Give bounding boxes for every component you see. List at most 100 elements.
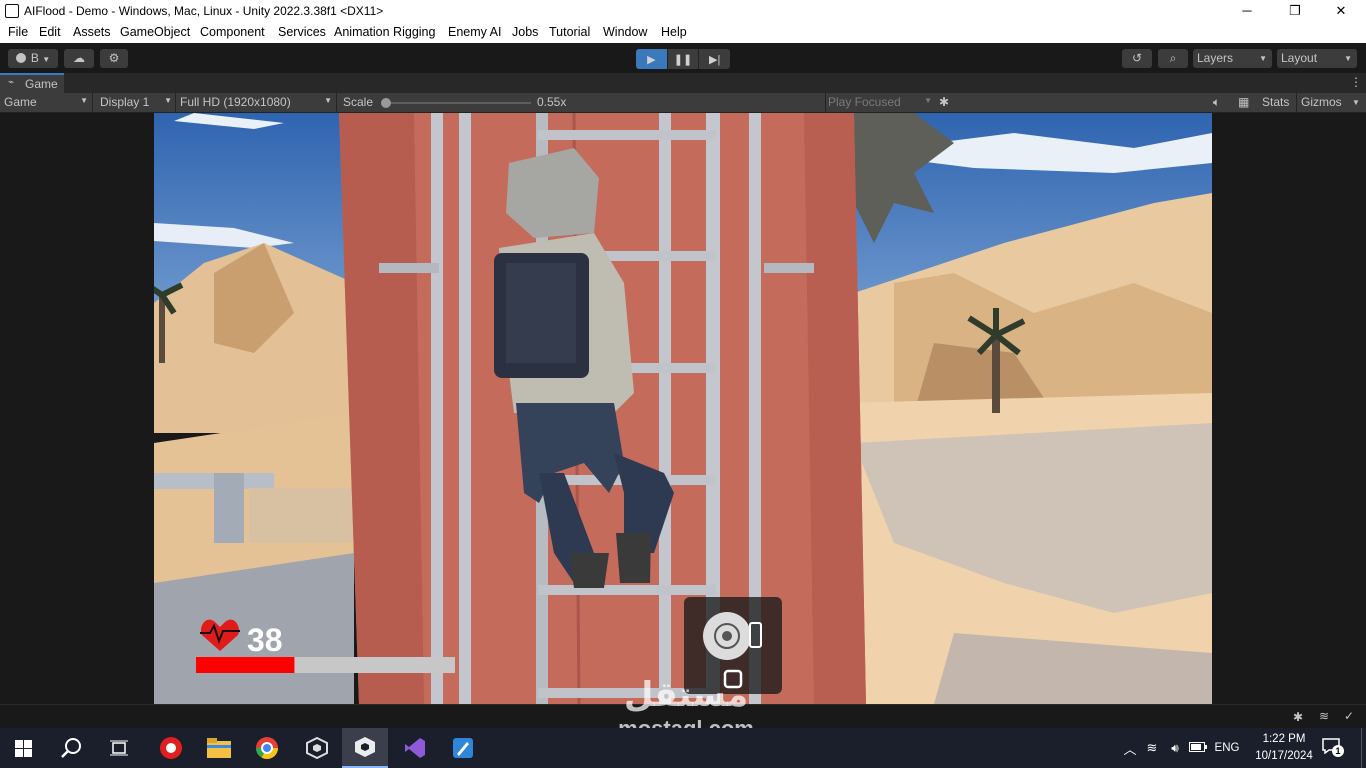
ladder-rung	[538, 585, 716, 595]
cloud-icon[interactable]: ☁	[64, 49, 94, 68]
close-button[interactable]: ✕	[1318, 0, 1364, 23]
windows-taskbar: ︿ ≋ 🔊︎ ENG 1:22 PM 10/17/2024 1	[0, 728, 1366, 768]
taskbar-clock[interactable]: 1:22 PM 10/17/2024	[1252, 731, 1316, 765]
taskbar-app-paint[interactable]	[440, 728, 486, 768]
menu-services[interactable]: Services	[278, 25, 326, 39]
language-indicator[interactable]: ENG	[1210, 742, 1244, 754]
taskbar-app-file-explorer[interactable]	[196, 728, 242, 768]
menu-animation-rigging[interactable]: Animation Rigging	[334, 25, 435, 39]
game-scene: 38	[154, 113, 1212, 704]
menu-gameobject[interactable]: GameObject	[120, 25, 190, 39]
layout-label: Layout	[1281, 51, 1318, 65]
step-icon: ▶|	[709, 53, 721, 66]
bug-icon[interactable]: ✱	[939, 95, 949, 109]
locking-bar	[431, 113, 443, 704]
menu-window[interactable]: Window	[603, 25, 647, 39]
scale-slider[interactable]	[381, 98, 531, 108]
menu-tutorial[interactable]: Tutorial	[549, 25, 590, 39]
unity-logo-icon	[5, 4, 19, 18]
maximize-button[interactable]: ❐	[1272, 0, 1318, 23]
step-button[interactable]: ▶|	[698, 49, 731, 69]
battery-icon[interactable]	[1186, 741, 1210, 755]
collab-settings-icon[interactable]: ⚙	[100, 49, 128, 68]
mute-audio-icon[interactable]: 🔈︎	[1213, 95, 1220, 110]
taskbar-app-recorder[interactable]	[148, 728, 194, 768]
gizmos-button[interactable]: Gizmos	[1301, 95, 1342, 109]
resolution-dropdown[interactable]: Full HD (1920x1080) ▼	[180, 95, 332, 109]
gamepad-icon: ⌁	[8, 77, 15, 88]
search-button[interactable]	[48, 728, 94, 768]
taskbar-app-visual-studio[interactable]	[392, 728, 438, 768]
locking-bar	[659, 113, 671, 704]
layout-dropdown[interactable]: Layout ▼	[1277, 49, 1357, 68]
game-viewport[interactable]: 38	[154, 113, 1212, 704]
chevron-down-icon[interactable]: ▼	[1352, 98, 1360, 107]
game-mode-dropdown[interactable]: Game ▼	[4, 95, 90, 109]
layers-label: Layers	[1197, 51, 1234, 65]
screen-recorder-icon	[160, 737, 182, 759]
task-view-button[interactable]	[96, 728, 142, 768]
play-controls: ▶ ❚❚ ▶|	[636, 49, 731, 69]
barrier	[249, 488, 354, 543]
minimize-button[interactable]: ─	[1224, 0, 1270, 23]
chevron-down-icon: ▼	[80, 96, 88, 105]
windows-start-button[interactable]	[0, 728, 46, 768]
grid-icon[interactable]: ▦	[1238, 95, 1249, 109]
unity-icon	[355, 737, 375, 757]
play-icon: ▶	[647, 53, 656, 66]
undo-history-icon[interactable]: ↺	[1122, 49, 1152, 68]
menu-edit[interactable]: Edit	[39, 25, 61, 39]
clock-time: 1:22 PM	[1262, 733, 1306, 745]
stats-button[interactable]: Stats	[1262, 95, 1289, 109]
windows-logo-icon	[14, 739, 32, 757]
railing-post	[214, 473, 244, 543]
resolution-label: Full HD (1920x1080)	[180, 95, 291, 109]
tab-menu-icon[interactable]: ⋮	[1350, 75, 1362, 89]
scale-slider-thumb[interactable]	[381, 98, 391, 108]
display-dropdown[interactable]: Display 1 ▼	[100, 95, 172, 109]
display-label: Display 1	[100, 95, 150, 109]
tab-game[interactable]: ⌁ Game	[0, 73, 64, 93]
play-focused-dropdown[interactable]: Play Focused ▼	[828, 95, 932, 109]
notification-center-button[interactable]: 1	[1322, 738, 1344, 758]
locking-handle	[379, 263, 439, 273]
health-value: 38	[247, 622, 283, 658]
pause-icon: ❚❚	[673, 53, 693, 66]
bug-icon[interactable]: ✱	[1293, 710, 1303, 724]
chevron-down-icon: ▼	[164, 96, 172, 105]
chevron-down-icon: ▼	[1259, 54, 1267, 63]
search-icon[interactable]: ⌕	[1158, 49, 1188, 68]
account-icon	[15, 53, 26, 63]
clock-date: 10/17/2024	[1255, 750, 1313, 762]
notification-count: 1	[1332, 745, 1344, 757]
menu-jobs[interactable]: Jobs	[512, 25, 538, 39]
layers-stack-icon[interactable]: ≋	[1319, 709, 1329, 723]
menu-assets[interactable]: Assets	[73, 25, 111, 39]
menu-enemy-ai[interactable]: Enemy AI	[448, 25, 502, 39]
taskbar-app-chrome[interactable]	[244, 728, 290, 768]
window-title-bar: AIFlood - Demo - Windows, Mac, Linux - U…	[0, 0, 1366, 23]
show-desktop-button[interactable]	[1361, 728, 1366, 768]
chevron-up-icon[interactable]: ︿	[1120, 739, 1140, 758]
scale-value: 0.55x	[537, 95, 567, 109]
account-dropdown[interactable]: B ▼	[8, 49, 58, 68]
menu-file[interactable]: File	[8, 25, 28, 39]
layers-dropdown[interactable]: Layers ▼	[1193, 49, 1272, 68]
play-button[interactable]: ▶	[636, 49, 667, 69]
play-focused-label: Play Focused	[828, 95, 901, 109]
game-control-bar: Game ▼ Display 1 ▼ Full HD (1920x1080) ▼…	[0, 93, 1366, 113]
volume-icon[interactable]: 🔊︎	[1164, 741, 1186, 756]
menu-help[interactable]: Help	[661, 25, 687, 39]
watermark-arabic: مستقل	[623, 675, 749, 715]
menu-bar: File Edit Assets GameObject Component Se…	[0, 23, 1366, 43]
pause-button[interactable]: ❚❚	[666, 49, 699, 69]
folder-icon	[207, 738, 231, 758]
taskbar-app-unity-editor[interactable]	[342, 728, 388, 768]
wifi-icon[interactable]: ≋	[1140, 740, 1164, 756]
menu-component[interactable]: Component	[200, 25, 265, 39]
search-icon	[61, 738, 81, 758]
check-circle-icon[interactable]: ✓	[1344, 709, 1354, 723]
paint-icon	[453, 738, 473, 758]
divider	[92, 93, 93, 113]
taskbar-app-unity-hub[interactable]	[294, 728, 340, 768]
